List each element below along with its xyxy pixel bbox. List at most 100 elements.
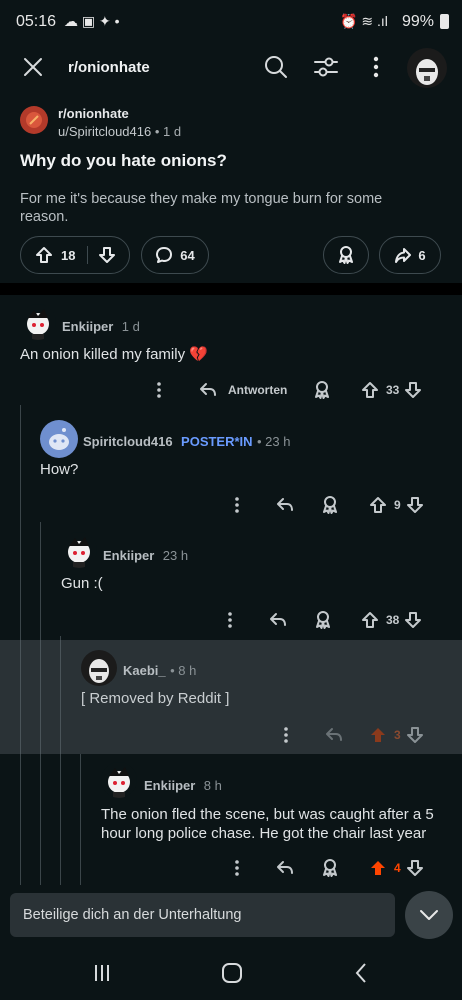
back-icon[interactable]	[354, 962, 368, 984]
comment-author[interactable]: Enkiiper	[103, 548, 154, 563]
post-subreddit[interactable]: r/onionhate	[58, 106, 129, 121]
sort-filter-icon[interactable]	[312, 54, 340, 80]
vote-count: 9	[394, 498, 401, 512]
system-nav-bar	[0, 945, 462, 1000]
vote-divider	[87, 246, 89, 264]
comment-2-meta: Spiritcloud416 POSTER*IN • 23 h	[83, 433, 290, 451]
comment-5-meta: Enkiiper 8 h	[144, 777, 222, 795]
post-meta: u/Spiritcloud416 • 1 d	[58, 124, 181, 139]
comment-text: How?	[40, 461, 79, 478]
post-upvote-count: 18	[61, 247, 76, 263]
comment-age: 23 h	[162, 548, 189, 563]
upvote-icon[interactable]	[361, 381, 379, 399]
reply-icon[interactable]	[275, 859, 295, 877]
downvote-icon[interactable]	[406, 859, 424, 877]
section-separator	[0, 283, 462, 295]
meta-dot: •	[154, 124, 164, 139]
post-comments-button[interactable]: 64	[141, 236, 209, 274]
status-notification-icons: ☁ ▣ ✦ •	[64, 13, 120, 29]
comment-age: 8 h	[178, 663, 197, 678]
award-icon	[339, 246, 353, 264]
home-icon[interactable]	[221, 962, 243, 984]
poster-flair: POSTER*IN	[181, 434, 253, 449]
comment-overflow-icon[interactable]	[283, 726, 289, 744]
comment-author[interactable]: Enkiiper	[144, 778, 195, 793]
downvote-icon[interactable]	[404, 611, 422, 629]
upvote-icon[interactable]	[369, 496, 387, 514]
battery-level: 99%	[402, 13, 435, 30]
post-comment-count: 64	[180, 247, 195, 263]
avatar[interactable]	[81, 650, 117, 686]
comment-overflow-icon[interactable]	[234, 859, 240, 877]
comment-vote: 33	[361, 381, 422, 399]
comment-author[interactable]: Kaebi_	[123, 663, 166, 678]
avatar[interactable]	[40, 420, 78, 458]
post-age: 1 d	[163, 124, 182, 139]
award-icon[interactable]	[312, 380, 332, 400]
comment-overflow-icon[interactable]	[156, 381, 162, 399]
award-icon[interactable]	[313, 610, 333, 630]
downvote-icon[interactable]	[404, 381, 422, 399]
post-award-button[interactable]	[323, 236, 369, 274]
award-icon[interactable]	[320, 495, 340, 515]
recent-apps-icon[interactable]	[92, 963, 112, 983]
comment-author[interactable]: Spiritcloud416	[83, 434, 173, 449]
reply-icon[interactable]	[268, 611, 288, 629]
subreddit-icon[interactable]	[20, 106, 48, 134]
upvote-active-icon[interactable]	[369, 859, 387, 877]
reply-label: Antworten	[228, 383, 288, 397]
user-avatar[interactable]	[407, 48, 447, 88]
post-title: Why do you hate onions?	[20, 151, 227, 170]
comment-text: Gun :(	[61, 575, 103, 592]
composer-placeholder: Beteilige dich an der Unterhaltung	[23, 907, 242, 923]
reply-icon[interactable]	[275, 496, 295, 514]
comment-vote: 4	[369, 859, 424, 877]
status-time: 05:16	[16, 13, 57, 30]
search-icon[interactable]	[263, 54, 289, 80]
thread-line-highlight-2	[40, 640, 41, 754]
chevron-down-icon	[420, 910, 438, 920]
comment-text: The onion fled the scene, but was caught…	[101, 806, 434, 842]
battery-icon	[440, 14, 449, 29]
avatar[interactable]	[101, 762, 137, 798]
comment-icon	[156, 247, 173, 263]
comment-overflow-icon[interactable]	[227, 611, 233, 629]
avatar[interactable]	[20, 304, 56, 340]
comment-text: An onion killed my family 💔	[20, 346, 208, 363]
thread-line-highlight-1	[20, 640, 21, 754]
reply-icon	[326, 728, 342, 741]
status-bar: 05:16 ☁ ▣ ✦ • ⏰ ≋ .ıl 99%	[0, 0, 462, 44]
comment-overflow-icon[interactable]	[234, 496, 240, 514]
downvote-icon[interactable]	[406, 726, 424, 744]
comment-vote: 3	[369, 726, 424, 744]
close-icon[interactable]	[22, 56, 44, 78]
downvote-icon[interactable]	[98, 246, 116, 264]
upvote-icon[interactable]	[361, 611, 379, 629]
comment-4-meta: Kaebi_ • 8 h	[123, 662, 196, 680]
thread-line-level-4	[80, 754, 81, 885]
comment-vote: 9	[369, 496, 424, 514]
downvote-icon[interactable]	[406, 496, 424, 514]
comment-text: [ Removed by Reddit ]	[81, 690, 230, 707]
overflow-menu-icon[interactable]	[372, 56, 380, 78]
reply-button[interactable]: Antworten	[198, 381, 287, 399]
vote-count: 4	[394, 861, 401, 875]
avatar[interactable]	[61, 532, 97, 568]
comment-3-meta: Enkiiper 23 h	[103, 547, 188, 565]
post-body: For me it's because they make my tongue …	[20, 191, 383, 225]
upvote-active-icon[interactable]	[369, 726, 387, 744]
share-icon	[395, 248, 412, 263]
upvote-icon[interactable]	[35, 246, 53, 264]
top-app-bar: r/onionhate	[0, 44, 462, 92]
jump-down-button[interactable]	[405, 891, 453, 939]
comment-age: 8 h	[203, 778, 222, 793]
comment-composer-input[interactable]: Beteilige dich an der Unterhaltung	[10, 893, 395, 937]
thread-line-highlight-3	[60, 640, 61, 754]
header-subreddit[interactable]: r/onionhate	[68, 59, 150, 76]
vote-count: 38	[386, 613, 400, 627]
post-share-button[interactable]: 6	[379, 236, 441, 274]
vote-count: 3	[394, 728, 401, 742]
award-icon[interactable]	[320, 858, 340, 878]
comment-author[interactable]: Enkiiper	[62, 319, 113, 334]
post-author[interactable]: u/Spiritcloud416	[58, 124, 151, 139]
